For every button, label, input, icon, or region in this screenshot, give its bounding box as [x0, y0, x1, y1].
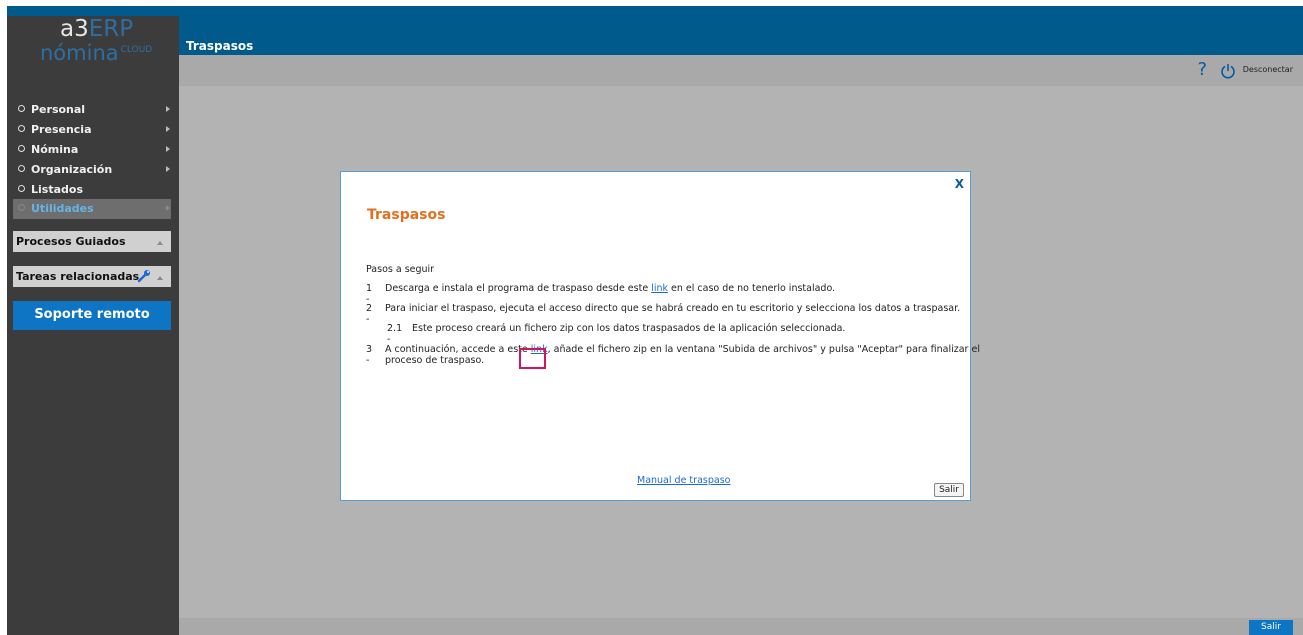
header-toolbar: ? Desconectar: [179, 55, 1303, 86]
sidebar-item-nomina[interactable]: Nómina: [7, 140, 179, 160]
step-text-before: A continuación, accede a este: [385, 344, 531, 355]
sidebar-item-personal[interactable]: Personal: [7, 100, 179, 120]
panel-label: Procesos Guiados: [16, 235, 126, 248]
sidebar-item-label: Nómina: [31, 143, 79, 156]
collapse-icon: [157, 276, 163, 280]
collapse-icon: [157, 241, 163, 245]
step-number: 1 -: [366, 283, 373, 305]
steps-intro: Pasos a seguir: [366, 264, 435, 275]
step-text: A continuación, accede a este link, añad…: [385, 344, 980, 355]
chevron-right-icon: [166, 205, 170, 211]
step-text-before: Descarga e instala el programa de traspa…: [385, 283, 652, 294]
panel-procesos-guiados[interactable]: Procesos Guiados: [13, 231, 171, 252]
bullet-icon: [18, 165, 25, 172]
bullet-icon: [18, 105, 25, 112]
manual-link[interactable]: Manual de traspaso: [637, 475, 730, 486]
logo-brand: a3ERP: [60, 16, 133, 42]
close-icon[interactable]: X: [955, 177, 964, 191]
sidebar-item-label: Utilidades: [31, 202, 94, 215]
dialog-exit-button[interactable]: Salir: [934, 483, 964, 497]
logo-cloud: CLOUD: [120, 45, 153, 55]
step-text-after: en el caso de no tenerlo instalado.: [668, 283, 836, 294]
download-link[interactable]: link: [651, 283, 668, 294]
power-icon[interactable]: [1220, 63, 1236, 79]
chevron-right-icon: [166, 126, 170, 132]
bullet-icon: [18, 145, 25, 152]
sidebar-item-label: Personal: [31, 103, 86, 116]
step-text: Para iniciar el traspaso, ejecuta el acc…: [385, 303, 961, 314]
app-frame: Traspasos ? Desconectar a3ERP nómina CLOU…: [7, 6, 1303, 635]
chevron-right-icon: [166, 146, 170, 152]
sidebar-item-label: Organización: [31, 163, 113, 176]
chevron-right-icon: [166, 106, 170, 112]
panel-tareas-relacionadas[interactable]: Tareas relacionadas: [13, 266, 171, 287]
step-number: 2.1 -: [387, 323, 403, 345]
step-text: Este proceso creará un fichero zip con l…: [412, 323, 846, 334]
sidebar-item-organizacion[interactable]: Organización: [7, 160, 179, 180]
logo-product: nómina CLOUD: [40, 41, 152, 65]
highlight-box: [519, 348, 546, 369]
sidebar-item-label: Listados: [31, 183, 83, 196]
logo-a3: a3: [60, 16, 89, 42]
top-bar: Traspasos: [7, 6, 1303, 55]
sidebar-item-listados[interactable]: Listados: [7, 180, 179, 200]
logout-link[interactable]: Desconectar: [1243, 65, 1293, 74]
help-icon[interactable]: ?: [1197, 59, 1207, 80]
remote-support-button[interactable]: Soporte remoto: [13, 301, 171, 330]
step-number: 3 -: [366, 344, 373, 366]
bullet-icon: [18, 185, 25, 192]
step-text-after: , añade el fichero zip en la ventana "Su…: [547, 344, 980, 355]
sidebar: a3ERP nómina CLOUD Personal Presencia Nóm…: [7, 16, 179, 635]
logo-erp: ERP: [88, 16, 134, 42]
sidebar-item-label: Presencia: [31, 123, 92, 136]
step-text: Descarga e instala el programa de traspa…: [385, 283, 835, 294]
footer-bar: Salir: [179, 618, 1303, 635]
logo-nomina: nómina: [40, 41, 119, 65]
chevron-right-icon: [166, 166, 170, 172]
bullet-icon: [18, 204, 25, 211]
page-title: Traspasos: [186, 39, 254, 53]
sidebar-item-utilidades[interactable]: Utilidades: [13, 199, 171, 219]
sidebar-item-presencia[interactable]: Presencia: [7, 120, 179, 140]
step-number: 2 -: [366, 303, 373, 325]
exit-button[interactable]: Salir: [1249, 620, 1293, 635]
logo: a3ERP nómina CLOUD: [7, 16, 179, 86]
panel-label: Tareas relacionadas: [16, 270, 140, 283]
wrench-icon: [137, 270, 150, 283]
traspasos-dialog: X Traspasos Pasos a seguir 1 - Descarga …: [340, 171, 980, 501]
dialog-title: Traspasos: [367, 207, 446, 223]
bullet-icon: [18, 125, 25, 132]
step-text-continued: proceso de traspaso.: [385, 355, 485, 366]
